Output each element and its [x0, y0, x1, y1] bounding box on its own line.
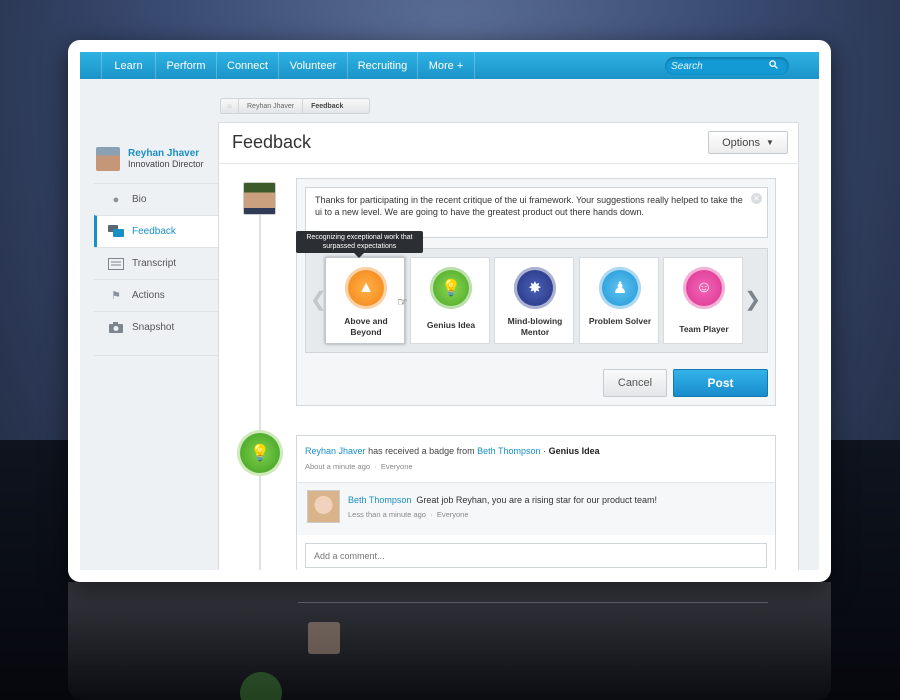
- profile-summary: Reyhan Jhaver Innovation Director: [96, 147, 220, 177]
- sidebar-nav: ● Bio Feedback Transcript ⚑ Actions Snap…: [94, 183, 218, 343]
- sidebar-divider: [94, 355, 218, 356]
- sidebar-item-bio[interactable]: ● Bio: [94, 183, 218, 215]
- lightbulb-icon: 💡: [240, 433, 280, 473]
- sidebar-item-label: Snapshot: [132, 322, 175, 333]
- cancel-button[interactable]: Cancel: [603, 369, 667, 397]
- app-window: Learn Perform Connect Volunteer Recruiti…: [80, 52, 819, 570]
- sidebar-item-label: Feedback: [132, 226, 176, 237]
- activity-separator: ·: [543, 446, 547, 456]
- options-button[interactable]: Options ▼: [708, 131, 788, 154]
- recipient-link[interactable]: Reyhan Jhaver: [305, 446, 366, 456]
- home-icon[interactable]: ⌂: [221, 99, 239, 113]
- badge-genius-idea[interactable]: 💡 Genius Idea: [410, 257, 490, 344]
- nav-item-more[interactable]: More +: [418, 52, 475, 79]
- nav-item-recruiting[interactable]: Recruiting: [348, 52, 418, 79]
- lightbulb-icon: 💡: [430, 267, 472, 309]
- caret-down-icon: ▼: [766, 138, 774, 147]
- comment-meta: Less than a minute ago · Everyone: [348, 510, 469, 519]
- nav-item-volunteer[interactable]: Volunteer: [279, 52, 348, 79]
- badge-above-and-beyond[interactable]: ▲ Above and Beyond ☞: [325, 257, 408, 344]
- hand-cursor-icon: ☞: [397, 295, 408, 309]
- timeline-line: [259, 213, 261, 570]
- badge-label: Above and Beyond: [344, 316, 388, 337]
- page-title: Feedback: [232, 132, 312, 152]
- flag-icon: ⚑: [111, 290, 121, 302]
- app-frame: Learn Perform Connect Volunteer Recruiti…: [68, 40, 831, 582]
- current-user-avatar[interactable]: [243, 182, 276, 215]
- search-input[interactable]: [671, 60, 769, 72]
- activity-headline: Reyhan Jhaver has received a badge from …: [305, 446, 600, 456]
- camera-icon: [108, 321, 124, 335]
- badge-team-player[interactable]: ☺ Team Player: [663, 257, 743, 344]
- chevron-right-icon[interactable]: ❯: [744, 287, 761, 312]
- comment-item: Beth Thompson Great job Reyhan, you are …: [297, 483, 775, 535]
- sidebar-item-label: Actions: [132, 290, 165, 301]
- options-label: Options: [722, 136, 760, 149]
- profile-title: Innovation Director: [128, 159, 204, 169]
- comment-text: Beth Thompson Great job Reyhan, you are …: [348, 495, 657, 505]
- comment-author-link[interactable]: Beth Thompson: [348, 495, 411, 505]
- sidebar-item-snapshot[interactable]: Snapshot: [94, 311, 218, 343]
- badge-label: Mind-blowing Mentor: [507, 316, 563, 337]
- post-button[interactable]: Post: [673, 369, 768, 397]
- feedback-message-text: Thanks for participating in the recent c…: [315, 195, 743, 217]
- comment-time: Less than a minute ago: [348, 510, 426, 519]
- badge-mind-blowing-mentor[interactable]: ✸ Mind-blowing Mentor: [494, 257, 574, 344]
- sidebar-item-feedback[interactable]: Feedback: [94, 215, 218, 247]
- avatar[interactable]: [96, 147, 120, 171]
- mentor-icon: ✸: [514, 267, 556, 309]
- activity-action: has received a badge from: [368, 446, 475, 456]
- comment-audience[interactable]: Everyone: [437, 510, 469, 519]
- sidebar-item-transcript[interactable]: Transcript: [94, 247, 218, 279]
- search-box: [665, 57, 789, 75]
- giver-link[interactable]: Beth Thompson: [477, 446, 540, 456]
- badge-carousel: ❮ ▲ Above and Beyond ☞ Recognizing excep…: [296, 231, 768, 353]
- profile-name[interactable]: Reyhan Jhaver: [128, 148, 199, 159]
- transcript-icon: [108, 257, 124, 271]
- activity-meta: About a minute ago · Everyone: [305, 462, 413, 471]
- team-icon: ☺: [683, 267, 725, 309]
- top-nav: Learn Perform Connect Volunteer Recruiti…: [80, 52, 819, 79]
- badge-problem-solver[interactable]: ♟ Problem Solver: [579, 257, 659, 344]
- reflection-line: [298, 602, 768, 603]
- nav-item-learn[interactable]: Learn: [102, 52, 156, 79]
- search-icon[interactable]: [769, 60, 778, 72]
- breadcrumb-item-current: Feedback: [311, 102, 344, 110]
- comment-body: Great job Reyhan, you are a rising star …: [416, 495, 658, 505]
- badge-tooltip: Recognizing exceptional work that surpas…: [296, 231, 423, 258]
- badge-label: Team Player: [679, 324, 729, 334]
- activity-card: Reyhan Jhaver has received a badge from …: [296, 435, 776, 570]
- nav-item-perform[interactable]: Perform: [156, 52, 217, 79]
- person-icon: ●: [112, 193, 120, 206]
- activity-time: About a minute ago: [305, 462, 371, 471]
- add-comment-input[interactable]: [305, 543, 767, 568]
- badge-label: Genius Idea: [426, 320, 476, 330]
- frame-reflection: [68, 582, 831, 700]
- breadcrumb-item-profile[interactable]: Reyhan Jhaver: [239, 99, 304, 113]
- breadcrumb: ⌂ Reyhan Jhaver Feedback: [220, 98, 370, 114]
- feedback-composer: Thanks for participating in the recent c…: [296, 178, 776, 406]
- feedback-panel: Feedback Options ▼ Thanks for participat…: [218, 122, 799, 570]
- sidebar-item-label: Bio: [132, 194, 147, 205]
- chat-bubbles-icon: [108, 224, 124, 239]
- title-divider: [219, 163, 798, 164]
- puzzle-people-icon: ♟: [599, 267, 641, 309]
- reflection-badge: [240, 672, 282, 700]
- reflection-avatar: [308, 622, 340, 654]
- badge-label: Problem Solver: [588, 316, 652, 326]
- activity-audience[interactable]: Everyone: [381, 462, 413, 471]
- clear-icon[interactable]: ✕: [751, 193, 762, 204]
- rocket-icon: ▲: [345, 267, 387, 309]
- nav-spacer: [80, 52, 102, 79]
- activity-badge-name: Genius Idea: [548, 446, 600, 456]
- nav-item-connect[interactable]: Connect: [217, 52, 279, 79]
- avatar[interactable]: [307, 490, 340, 523]
- sidebar-item-actions[interactable]: ⚑ Actions: [94, 279, 218, 311]
- sidebar-item-label: Transcript: [132, 258, 177, 269]
